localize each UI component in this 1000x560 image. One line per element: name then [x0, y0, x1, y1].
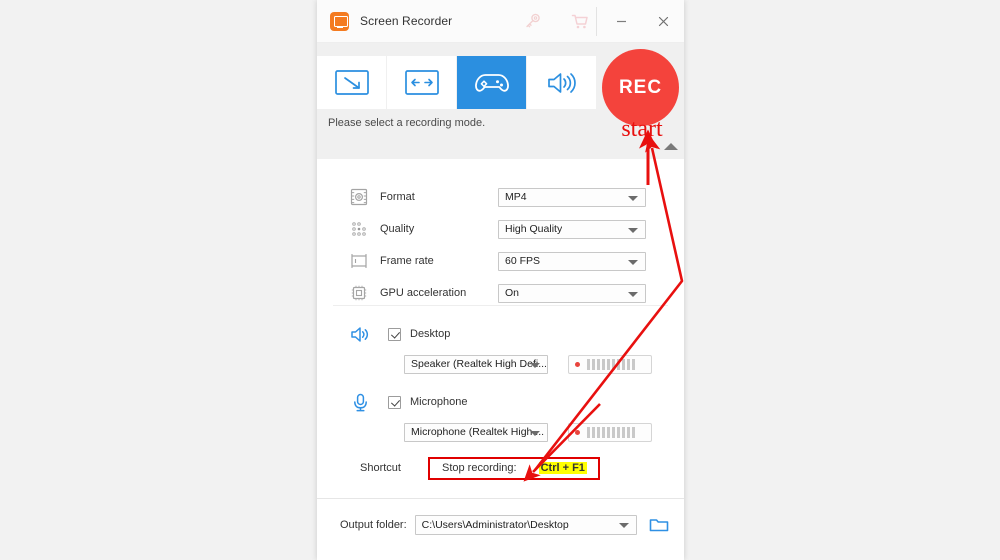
app-logo-icon — [330, 11, 349, 31]
collapse-panel-toggle[interactable] — [664, 143, 678, 150]
desktop-device-select[interactable]: Speaker (Realtek High Defi... — [404, 354, 548, 374]
mode-button-group — [317, 56, 597, 109]
audio-row-desktop-header: Desktop — [317, 323, 684, 345]
chevron-down-icon — [530, 430, 540, 436]
gpu-select[interactable]: On — [498, 283, 646, 303]
titlebar-divider — [596, 7, 597, 36]
shortcut-highlight-box[interactable]: Stop recording: Ctrl + F1 — [428, 456, 600, 480]
desktop-meter-bars — [587, 358, 635, 370]
shortcut-row: Shortcut Stop recording: Ctrl + F1 — [317, 451, 684, 485]
setting-label-format: Format — [380, 191, 415, 203]
format-value: MP4 — [505, 191, 527, 203]
desktop-device-value: Speaker (Realtek High Defi... — [411, 358, 547, 370]
chevron-down-icon — [530, 362, 540, 368]
setting-label-quality: Quality — [380, 223, 415, 235]
desktop-audio-label: Desktop — [410, 328, 451, 340]
audio-row-microphone-device: Microphone (Realtek High ... — [317, 422, 684, 442]
output-folder-path: C:\Users\Administrator\Desktop — [421, 519, 569, 531]
record-dot-icon — [575, 429, 580, 435]
setting-row-quality: Quality High Quality — [317, 215, 684, 243]
microphone-device-select[interactable]: Microphone (Realtek High ... — [404, 422, 548, 442]
title-bar: Screen Recorder — [317, 0, 684, 43]
start-annotation-label: start — [621, 116, 663, 142]
microphone-label: Microphone — [410, 396, 468, 408]
rec-button[interactable]: REC — [602, 49, 679, 126]
stop-recording-keys: Ctrl + F1 — [538, 461, 587, 474]
window-controls — [600, 0, 684, 43]
quality-value: High Quality — [505, 223, 563, 235]
recording-mode-hint: Please select a recording mode. — [328, 117, 486, 129]
stop-recording-label: Stop recording: — [442, 461, 517, 474]
chevron-down-icon — [618, 523, 629, 528]
settings-panel: Format MP4 Quality High Quality Frame ra… — [317, 159, 684, 305]
chevron-down-icon — [628, 259, 638, 265]
app-title: Screen Recorder — [360, 14, 453, 28]
audio-row-desktop-device: Speaker (Realtek High Defi... — [317, 354, 684, 374]
minimize-button[interactable] — [600, 0, 642, 43]
frame-icon — [350, 252, 368, 270]
chevron-down-icon — [628, 195, 638, 201]
microphone-device-value: Microphone (Realtek High ... — [411, 426, 545, 438]
record-dot-icon — [575, 361, 580, 367]
setting-row-gpu: GPU acceleration On — [317, 279, 684, 307]
quality-dots-icon — [350, 220, 368, 238]
shortcut-label: Shortcut — [360, 462, 401, 474]
microphone-icon — [350, 392, 371, 413]
output-folder-row: Output folder: C:\Users\Administrator\De… — [317, 499, 684, 551]
key-icon[interactable] — [524, 13, 541, 30]
gpu-value: On — [505, 287, 520, 299]
quality-select[interactable]: High Quality — [498, 219, 646, 239]
setting-label-framerate: Frame rate — [380, 255, 434, 267]
mode-button-fullscreen[interactable] — [387, 56, 457, 109]
chip-icon — [350, 284, 368, 302]
app-window: Screen Recorder Please select a recordin… — [317, 0, 684, 560]
mode-button-audio[interactable] — [527, 56, 597, 109]
desktop-volume-meter — [568, 354, 652, 374]
microphone-checkbox[interactable] — [388, 395, 401, 409]
format-select[interactable]: MP4 — [498, 187, 646, 207]
audio-panel: Desktop Speaker (Realtek High Defi... Mi… — [317, 306, 684, 451]
desktop-audio-checkbox[interactable] — [388, 327, 401, 341]
output-folder-select[interactable]: C:\Users\Administrator\Desktop — [414, 515, 637, 535]
speaker-icon — [350, 324, 371, 345]
close-button[interactable] — [642, 0, 684, 43]
framerate-value: 60 FPS — [505, 255, 541, 267]
mode-button-game[interactable] — [457, 56, 527, 109]
output-folder-label: Output folder: — [340, 519, 407, 531]
chevron-down-icon — [628, 291, 638, 297]
cart-icon[interactable] — [571, 13, 588, 30]
film-gear-icon — [350, 188, 368, 206]
audio-row-microphone-header: Microphone — [317, 391, 684, 413]
titlebar-icon-group — [524, 0, 588, 43]
setting-row-format: Format MP4 — [317, 183, 684, 211]
setting-label-gpu: GPU acceleration — [380, 287, 467, 299]
mode-button-region[interactable] — [317, 56, 387, 109]
screenshot-root: Screen Recorder Please select a recordin… — [0, 0, 1000, 560]
microphone-meter-bars — [587, 426, 635, 438]
folder-icon[interactable] — [649, 515, 669, 535]
framerate-select[interactable]: 60 FPS — [498, 251, 646, 271]
microphone-volume-meter — [568, 422, 652, 442]
setting-row-framerate: Frame rate 60 FPS — [317, 247, 684, 275]
chevron-down-icon — [628, 227, 638, 233]
